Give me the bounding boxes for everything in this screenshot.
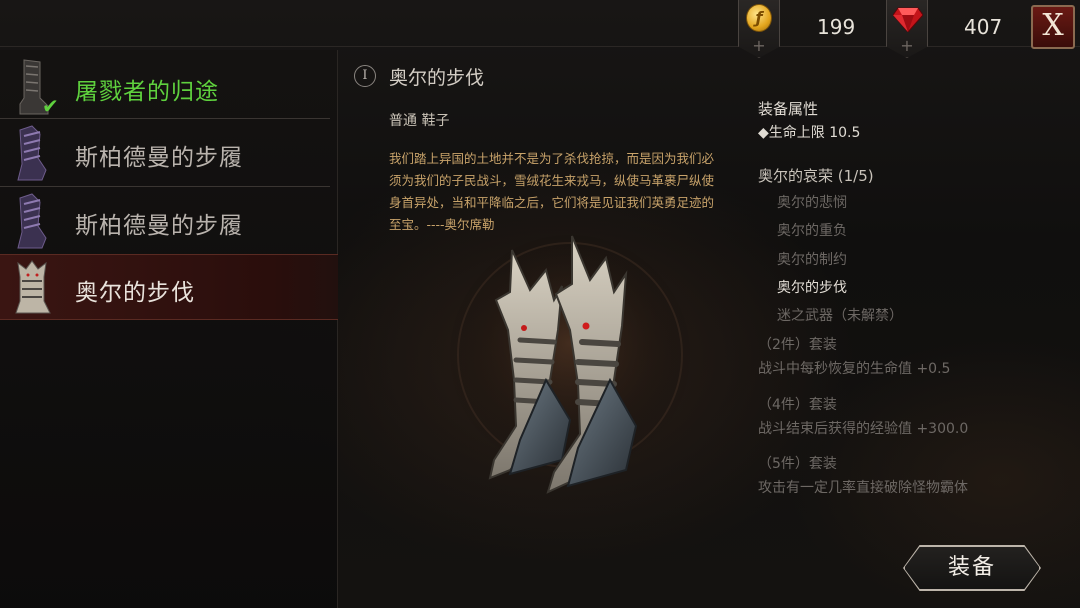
list-divider — [0, 118, 330, 119]
gem-amount: 407 — [964, 15, 1003, 39]
gold-coin-icon: ƒ — [746, 4, 772, 32]
purple-boots-icon — [17, 125, 47, 181]
set-piece: 奥尔的制约 — [777, 252, 847, 268]
list-item-label: 斯柏德曼的步履 — [75, 213, 243, 239]
bone-boots-artwork — [450, 235, 690, 494]
set-piece: 奥尔的悲悯 — [777, 195, 847, 211]
list-item-label: 屠戮者的归途 — [75, 79, 219, 105]
item-title: 奥尔的步伐 — [389, 67, 485, 89]
set-bonus-text: 战斗结束后获得的经验值 +300.0 — [758, 421, 969, 437]
item-description: 我们踏上异国的土地并不是为了杀伐抢掠，而是因为我们必须为我们的子民战斗，雪绒花生… — [389, 151, 715, 232]
set-bonus-text: 战斗中每秒恢复的生命值 +0.5 — [758, 361, 951, 377]
list-divider — [0, 186, 330, 187]
set-bonus-label: （4件）套装 — [758, 397, 837, 413]
list-item-label: 奥尔的步伐 — [75, 280, 195, 306]
set-bonus-label: （5件）套装 — [758, 456, 837, 472]
red-gem-icon — [893, 7, 923, 32]
set-title: 奥尔的哀荣 (1/5) — [758, 167, 874, 185]
close-button[interactable]: X — [1031, 5, 1075, 49]
bone-boots-icon — [15, 260, 51, 314]
item-type: 普通 鞋子 — [389, 113, 450, 129]
gem-add-button[interactable]: + — [886, 0, 928, 58]
attributes-header: 装备属性 — [758, 100, 819, 118]
list-item-label: 斯柏德曼的步履 — [75, 145, 243, 171]
gold-add-button[interactable]: ƒ + — [738, 0, 780, 58]
attribute-line: ◆生命上限 10.5 — [758, 125, 861, 141]
set-bonus-text: 攻击有一定几率直接破除怪物霸体 — [758, 480, 968, 496]
equip-button[interactable]: 装备 — [904, 546, 1040, 590]
gold-amount: 199 — [817, 15, 856, 39]
equipped-check-icon: ✔ — [42, 94, 59, 118]
info-icon: I — [354, 65, 376, 87]
list-item[interactable]: 斯柏德曼的步履 — [0, 120, 338, 186]
set-piece: 奥尔的重负 — [777, 223, 847, 239]
set-piece-owned: 奥尔的步伐 — [777, 280, 847, 296]
set-piece: 迷之武器（未解禁） — [777, 308, 903, 324]
set-bonus-label: （2件）套装 — [758, 337, 837, 353]
list-item[interactable]: 斯柏德曼的步履 — [0, 188, 338, 254]
purple-boots-icon — [17, 193, 47, 249]
list-item-equipped[interactable]: ✔ 屠戮者的归途 — [0, 54, 338, 120]
list-item-selected[interactable]: 奥尔的步伐 — [0, 254, 338, 320]
